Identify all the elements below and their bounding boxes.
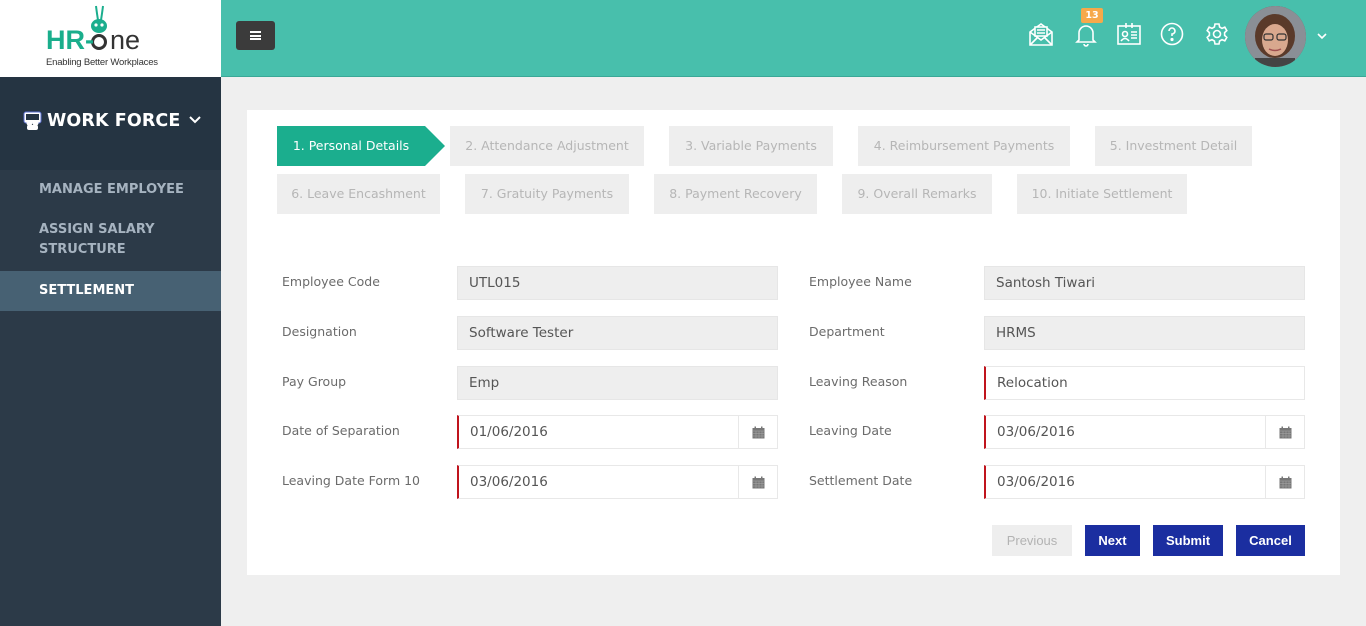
step-reimbursement-payments[interactable]: 4. Reimbursement Payments [858, 126, 1070, 166]
pay-group-value: Emp [469, 375, 500, 391]
leaving-date-label: Leaving Date [809, 423, 892, 438]
designation-field: Software Tester [457, 316, 778, 350]
settlement-date-input[interactable] [997, 466, 1304, 498]
employee-code-field: UTL015 [457, 266, 778, 300]
submit-button[interactable]: Submit [1153, 525, 1223, 556]
chevron-down-icon [189, 116, 201, 124]
logo[interactable]: HR-ne Enabling Better Workplaces [0, 0, 221, 77]
user-avatar[interactable] [1245, 6, 1306, 67]
employee-code-value: UTL015 [469, 275, 521, 291]
employee-name-value: Santosh Tiwari [996, 275, 1096, 291]
settlement-date-calendar-button[interactable] [1265, 466, 1304, 498]
designation-value: Software Tester [469, 325, 574, 341]
employee-name-field: Santosh Tiwari [984, 266, 1305, 300]
calendar-icon [1279, 426, 1291, 438]
sidebar-item-assign-salary-structure[interactable]: ASSIGN SALARY STRUCTURE [0, 210, 160, 271]
calendar-icon [1279, 476, 1291, 488]
leaving-reason-input[interactable] [997, 367, 1304, 399]
pay-group-field: Emp [457, 366, 778, 400]
avatar-photo [1245, 6, 1306, 67]
mail-open-icon[interactable] [1027, 20, 1055, 48]
settlement-date-label: Settlement Date [809, 473, 913, 488]
next-button[interactable]: Next [1085, 525, 1140, 556]
brand-hr: HR- [46, 25, 94, 55]
date-of-separation-field[interactable] [457, 415, 778, 449]
brand-name: HR-ne [46, 26, 140, 54]
department-value: HRMS [996, 325, 1036, 341]
step-initiate-settlement[interactable]: 10. Initiate Settlement [1017, 174, 1187, 214]
step-investment-detail[interactable]: 5. Investment Detail [1095, 126, 1252, 166]
designation-label: Designation [282, 324, 357, 339]
calendar-icon [752, 426, 764, 438]
department-label: Department [809, 324, 885, 339]
hamburger-icon [250, 31, 261, 40]
step-gratuity-payments[interactable]: 7. Gratuity Payments [465, 174, 629, 214]
top-header [221, 0, 1366, 77]
gear-icon[interactable] [1203, 20, 1231, 48]
leaving-date-form10-label: Leaving Date Form 10 [282, 473, 421, 488]
workforce-icon [23, 111, 42, 130]
leaving-date-input[interactable] [997, 416, 1304, 448]
step-personal-details[interactable]: 1. Personal Details [277, 126, 445, 166]
step-payment-recovery[interactable]: 8. Payment Recovery [654, 174, 817, 214]
calendar-icon [752, 476, 764, 488]
help-circle-icon[interactable] [1158, 20, 1186, 48]
leaving-date-field[interactable] [984, 415, 1305, 449]
employee-name-label: Employee Name [809, 274, 912, 289]
pay-group-label: Pay Group [282, 374, 347, 389]
date-of-separation-calendar-button[interactable] [738, 416, 777, 448]
tagline: Enabling Better Workplaces [46, 57, 158, 68]
sidebar-item-manage-employee[interactable]: MANAGE EMPLOYEE [0, 170, 221, 210]
sidebar-item-settlement[interactable]: SETTLEMENT [0, 271, 221, 311]
leaving-date-form10-input[interactable] [470, 466, 777, 498]
employee-code-label: Employee Code [282, 274, 380, 289]
date-of-separation-label: Date of Separation [282, 423, 400, 438]
date-of-separation-input[interactable] [470, 416, 777, 448]
leaving-date-calendar-button[interactable] [1265, 416, 1304, 448]
leaving-reason-label: Leaving Reason [809, 374, 908, 389]
id-card-icon[interactable] [1115, 20, 1143, 48]
leaving-reason-field[interactable] [984, 366, 1305, 400]
bell-icon[interactable] [1072, 20, 1100, 48]
menu-toggle-button[interactable] [236, 21, 275, 50]
step-attendance-adjustment[interactable]: 2. Attendance Adjustment [450, 126, 644, 166]
step-leave-encashment[interactable]: 6. Leave Encashment [277, 174, 440, 214]
sidebar-section-workforce[interactable]: WORK FORCE [0, 77, 221, 170]
brand-one: ne [110, 25, 141, 55]
sidebar-section-title: WORK FORCE [47, 111, 181, 131]
step-overall-remarks[interactable]: 9. Overall Remarks [842, 174, 992, 214]
previous-button[interactable]: Previous [992, 525, 1072, 556]
settlement-date-field[interactable] [984, 465, 1305, 499]
department-field: HRMS [984, 316, 1305, 350]
cancel-button[interactable]: Cancel [1236, 525, 1305, 556]
sidebar: WORK FORCE MANAGE EMPLOYEE ASSIGN SALARY… [0, 77, 221, 626]
chevron-down-icon[interactable] [1316, 30, 1328, 42]
notification-badge: 13 [1081, 8, 1103, 23]
leaving-date-form10-field[interactable] [457, 465, 778, 499]
leaving-date-form10-calendar-button[interactable] [738, 466, 777, 498]
step-variable-payments[interactable]: 3. Variable Payments [669, 126, 833, 166]
